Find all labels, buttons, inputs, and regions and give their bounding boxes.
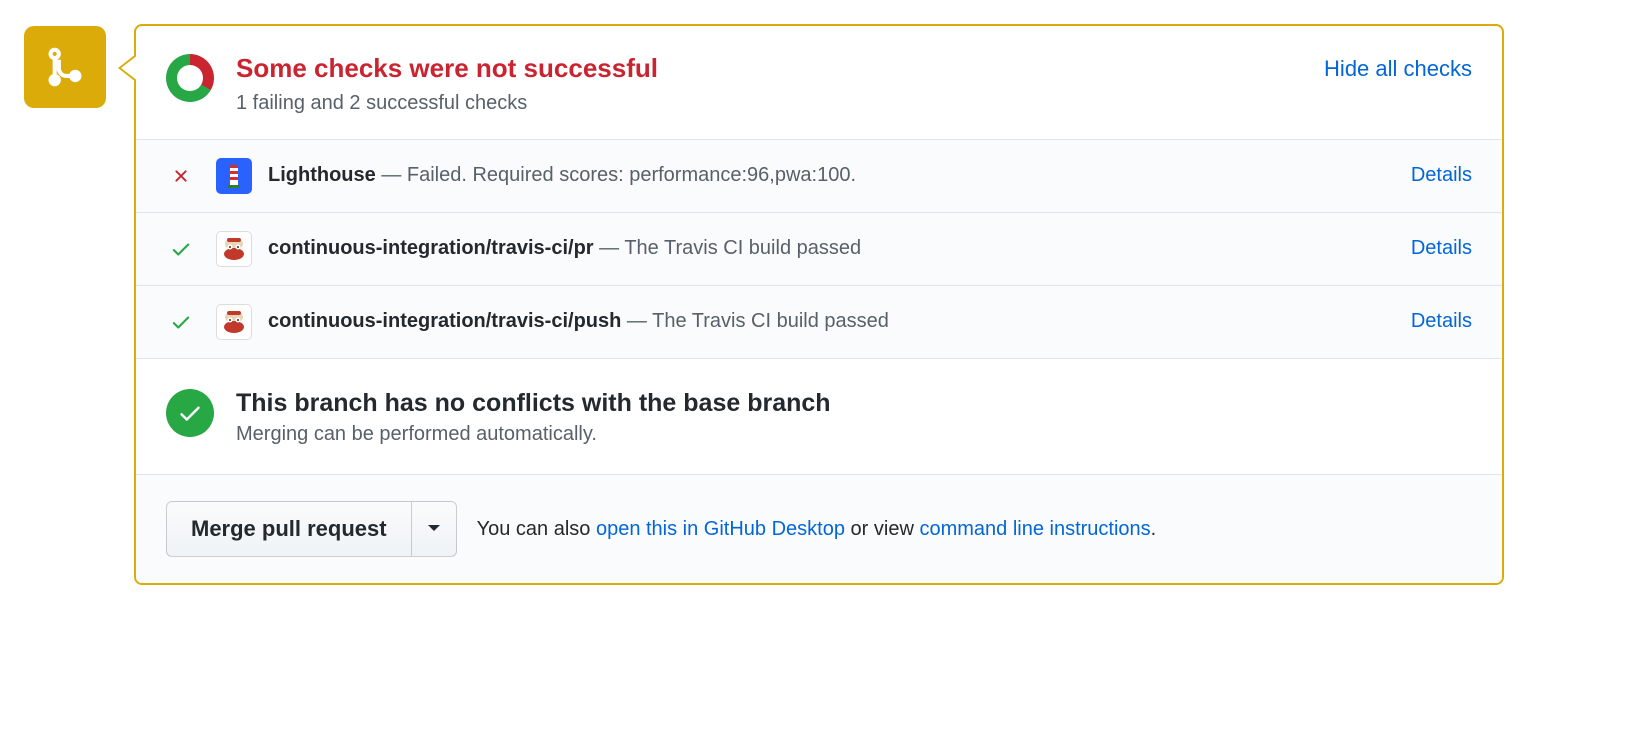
merge-helper-text: You can also open this in GitHub Desktop… <box>477 518 1157 541</box>
check-details-link[interactable]: Details <box>1411 237 1472 260</box>
merge-pull-request-button[interactable]: Merge pull request <box>166 501 412 557</box>
check-name: continuous-integration/travis-ci/pr <box>268 237 594 259</box>
merge-status-box: Some checks were not successful 1 failin… <box>134 24 1504 585</box>
status-donut-icon <box>166 54 214 102</box>
check-message: — The Travis CI build passed <box>599 237 861 259</box>
check-row: continuous-integration/travis-ci/pr — Th… <box>136 213 1502 286</box>
check-row: Lighthouse — Failed. Required scores: pe… <box>136 140 1502 213</box>
travis-avatar-icon <box>216 304 252 340</box>
caret-down-icon <box>428 525 440 533</box>
check-name: continuous-integration/travis-ci/push <box>268 310 621 332</box>
conflicts-title: This branch has no conflicts with the ba… <box>236 387 831 420</box>
check-pass-icon <box>170 311 192 333</box>
check-row: continuous-integration/travis-ci/push — … <box>136 286 1502 359</box>
checks-status-subtitle: 1 failing and 2 successful checks <box>236 92 1324 115</box>
merge-footer: Merge pull request You can also open thi… <box>136 474 1502 583</box>
check-details-link[interactable]: Details <box>1411 164 1472 187</box>
check-details-link[interactable]: Details <box>1411 310 1472 333</box>
success-circle-icon <box>166 389 214 437</box>
check-message: — The Travis CI build passed <box>627 310 889 332</box>
conflicts-subtitle: Merging can be performed automatically. <box>236 423 831 446</box>
timeline-merge-badge <box>24 26 106 108</box>
git-merge-icon <box>43 45 87 89</box>
check-name: Lighthouse <box>268 164 376 186</box>
merge-options-dropdown-button[interactable] <box>412 501 457 557</box>
open-desktop-link[interactable]: open this in GitHub Desktop <box>596 518 845 540</box>
cli-instructions-link[interactable]: command line instructions <box>919 518 1150 540</box>
checks-list: Lighthouse — Failed. Required scores: pe… <box>136 139 1502 359</box>
check-pass-icon <box>170 238 192 260</box>
checks-header: Some checks were not successful 1 failin… <box>136 26 1502 139</box>
conflicts-section: This branch has no conflicts with the ba… <box>136 359 1502 475</box>
check-message: — Failed. Required scores: performance:9… <box>381 164 856 186</box>
lighthouse-avatar-icon <box>216 158 252 194</box>
travis-avatar-icon <box>216 231 252 267</box>
x-fail-icon <box>171 166 191 186</box>
checks-status-title: Some checks were not successful <box>236 52 1324 86</box>
hide-all-checks-link[interactable]: Hide all checks <box>1324 56 1472 82</box>
